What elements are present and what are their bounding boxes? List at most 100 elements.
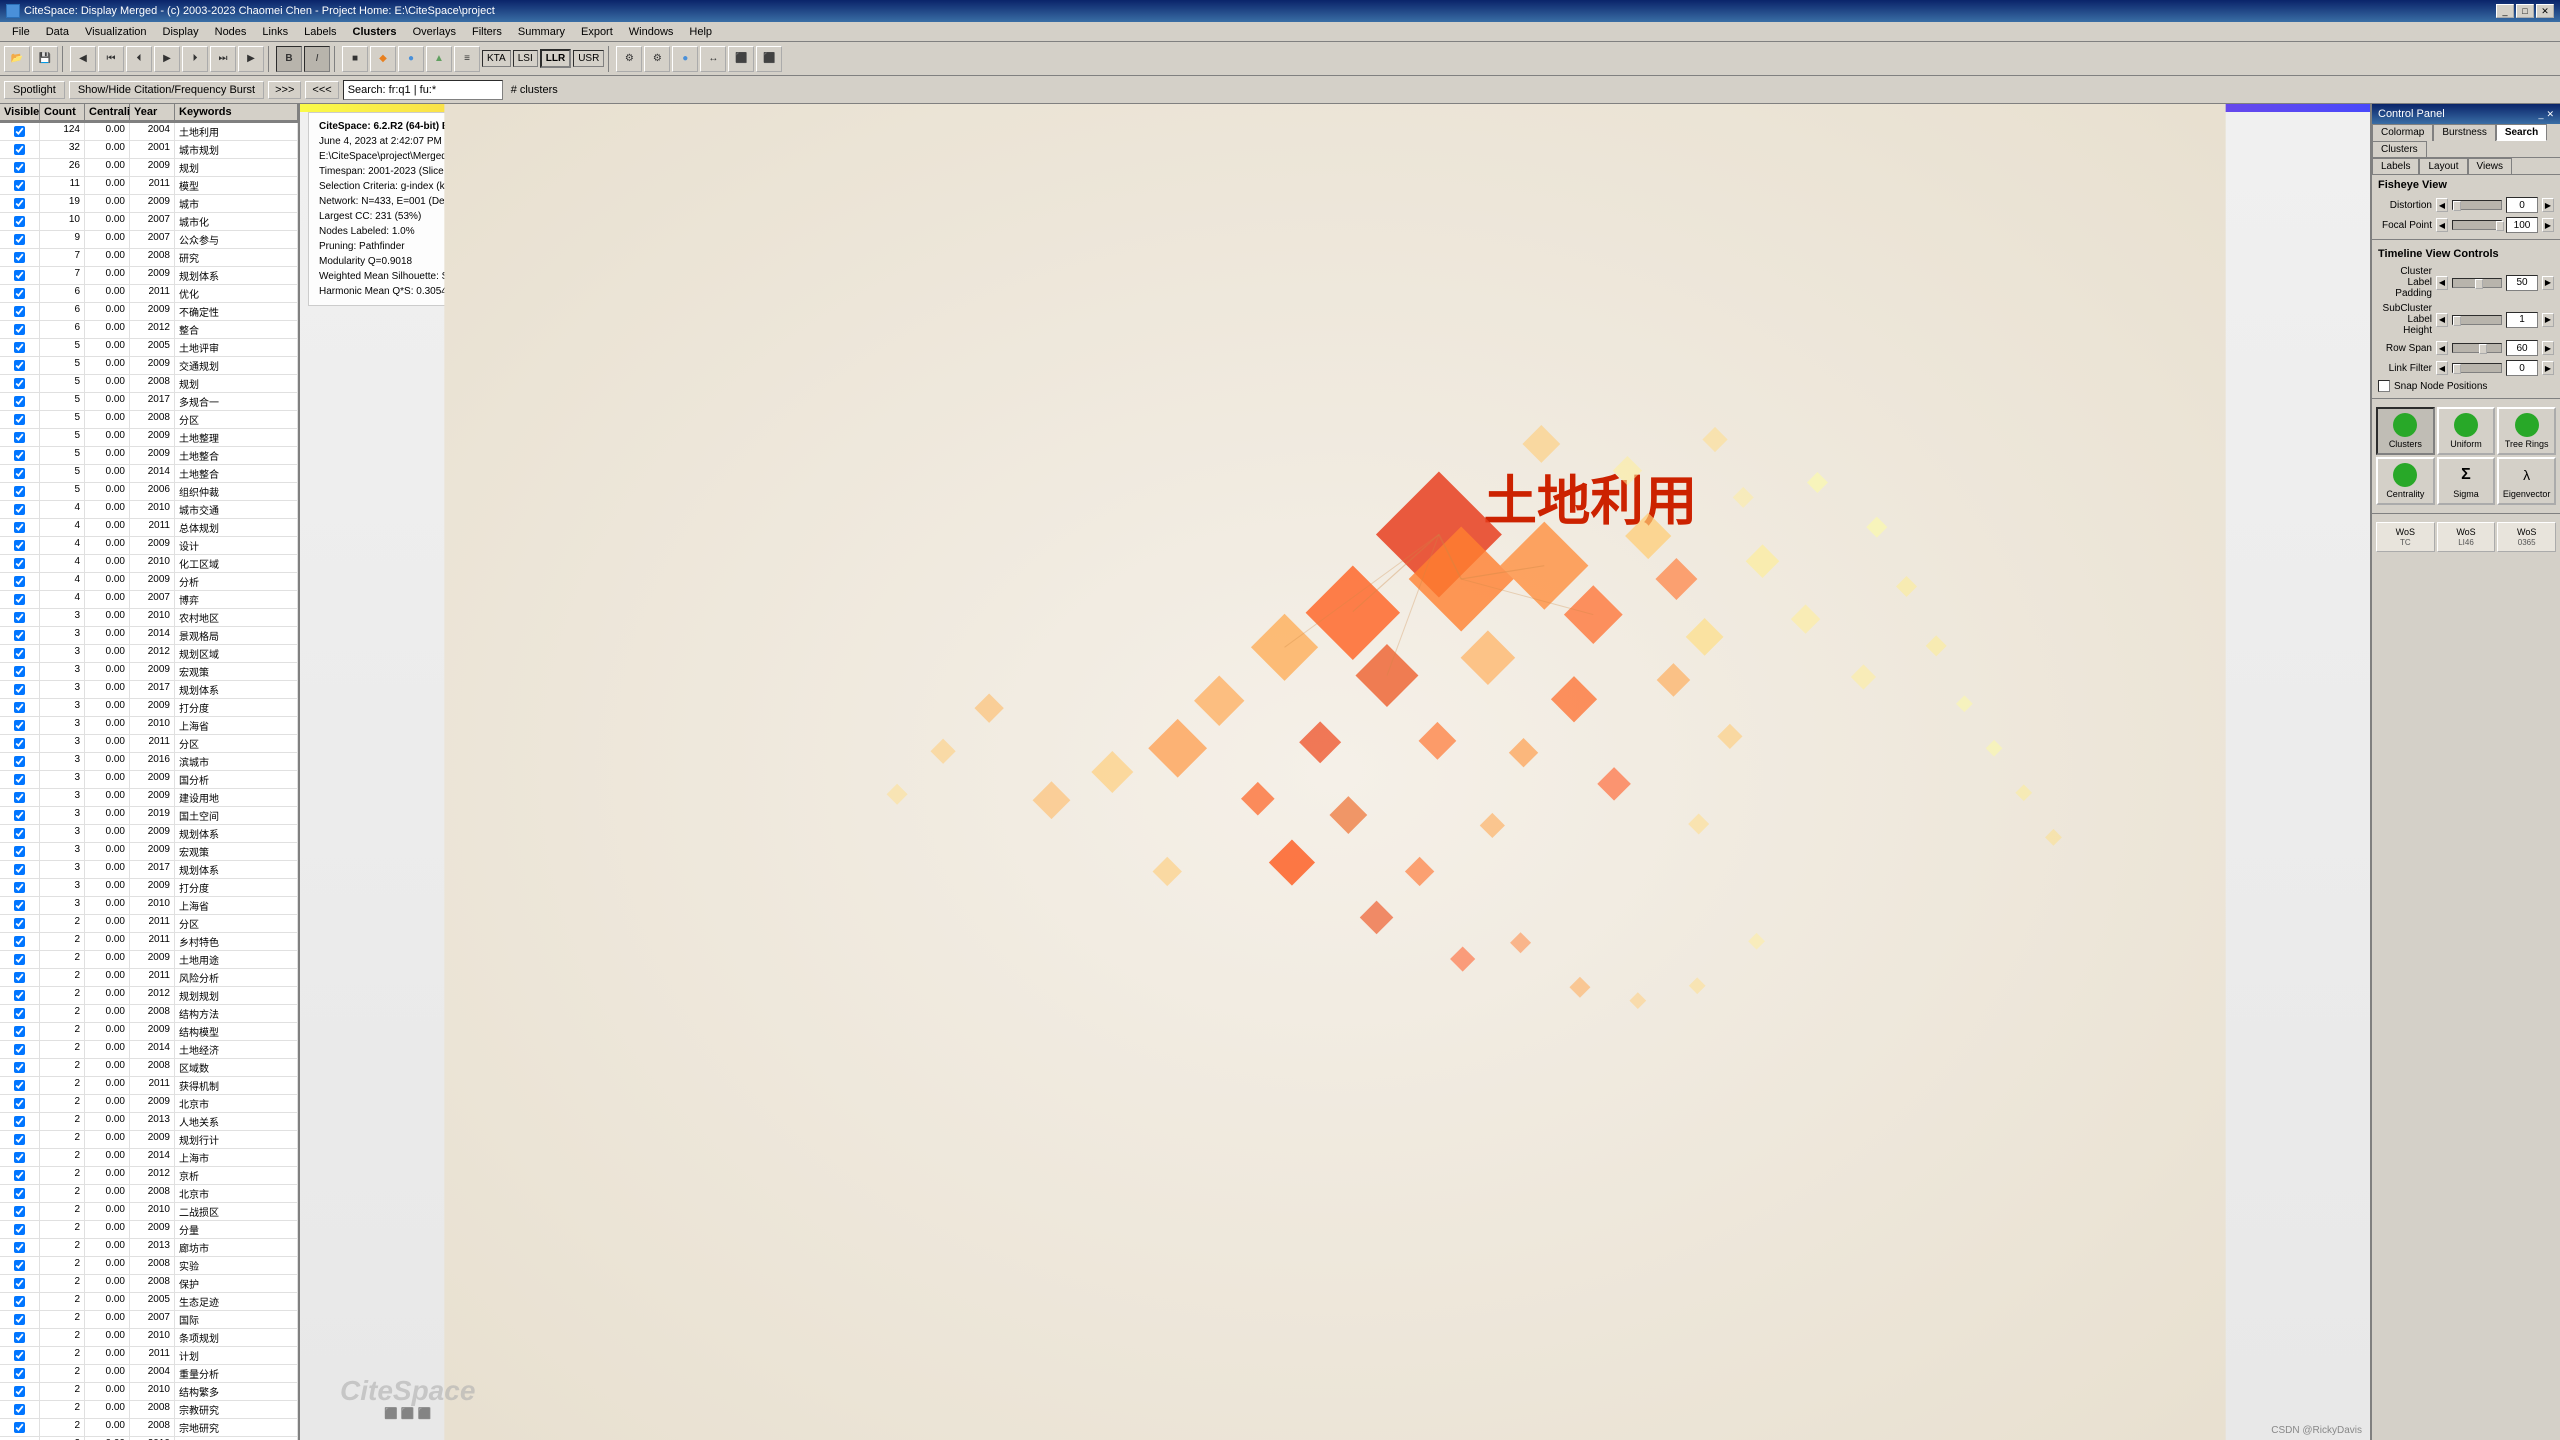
menu-overlays[interactable]: Overlays	[405, 24, 464, 40]
table-row[interactable]: 2 0.00 2014 土地经济	[0, 1041, 298, 1059]
cell-visible[interactable]	[0, 1347, 40, 1364]
cell-visible[interactable]	[0, 1185, 40, 1202]
cell-visible[interactable]	[0, 807, 40, 824]
cp-snap-checkbox[interactable]	[2378, 380, 2390, 392]
table-row[interactable]: 2 0.00 2011 分区	[0, 915, 298, 933]
table-row[interactable]: 2 0.00 2011 获得机制	[0, 1077, 298, 1095]
table-row[interactable]: 3 0.00 2019 国土空间	[0, 807, 298, 825]
cell-visible[interactable]	[0, 1257, 40, 1274]
table-row[interactable]: 3 0.00 2009 宏观策	[0, 663, 298, 681]
cell-visible[interactable]	[0, 591, 40, 608]
cp-sigma-btn[interactable]: Σ Sigma	[2437, 457, 2496, 505]
cp-focal-left[interactable]: ◀	[2436, 218, 2448, 232]
cell-visible[interactable]	[0, 663, 40, 680]
cell-visible[interactable]	[0, 825, 40, 842]
cell-visible[interactable]	[0, 969, 40, 986]
next-end-button[interactable]: ⏭	[210, 46, 236, 72]
menu-clusters[interactable]: Clusters	[345, 24, 405, 40]
table-row[interactable]: 2 0.00 2007 国际	[0, 1311, 298, 1329]
table-row[interactable]: 2 0.00 2011 风险分析	[0, 969, 298, 987]
cp-uniform-btn[interactable]: Uniform	[2437, 407, 2496, 455]
cell-visible[interactable]	[0, 447, 40, 464]
table-row[interactable]: 2 0.00 2009 北京市	[0, 1095, 298, 1113]
cell-visible[interactable]	[0, 285, 40, 302]
cp-tab-clusters[interactable]: Clusters	[2372, 141, 2427, 157]
close-button[interactable]: ✕	[2536, 4, 2554, 18]
cp-eigenvector-btn[interactable]: λ Eigenvector	[2497, 457, 2556, 505]
show-hide-button[interactable]: Show/Hide Citation/Frequency Burst	[69, 81, 264, 99]
cell-visible[interactable]	[0, 789, 40, 806]
menu-data[interactable]: Data	[38, 24, 77, 40]
cell-visible[interactable]	[0, 303, 40, 320]
cell-visible[interactable]	[0, 843, 40, 860]
cp-centrality-btn[interactable]: Centrality	[2376, 457, 2435, 505]
table-row[interactable]: 3 0.00 2009 建设用地	[0, 789, 298, 807]
cell-visible[interactable]	[0, 627, 40, 644]
cell-visible[interactable]	[0, 555, 40, 572]
prev-button[interactable]: ⏴	[126, 46, 152, 72]
cell-visible[interactable]	[0, 249, 40, 266]
table-row[interactable]: 5 0.00 2009 交通规划	[0, 357, 298, 375]
cell-visible[interactable]	[0, 231, 40, 248]
table-row[interactable]: 3 0.00 2010 农村地区	[0, 609, 298, 627]
bold-button[interactable]: B	[276, 46, 302, 72]
cell-visible[interactable]	[0, 1077, 40, 1094]
cell-visible[interactable]	[0, 1365, 40, 1382]
table-row[interactable]: 4 0.00 2009 设计	[0, 537, 298, 555]
table-row[interactable]: 2 0.00 2009 规划行计	[0, 1131, 298, 1149]
table-row[interactable]: 2 0.00 2012 京析	[0, 1167, 298, 1185]
cell-visible[interactable]	[0, 465, 40, 482]
cell-visible[interactable]	[0, 339, 40, 356]
table-row[interactable]: 9 0.00 2007 公众参与	[0, 231, 298, 249]
table-row[interactable]: 5 0.00 2006 组织仲裁	[0, 483, 298, 501]
lines-button[interactable]: ≡	[454, 46, 480, 72]
table-row[interactable]: 32 0.00 2001 城市规划	[0, 141, 298, 159]
cp-linkfilter-left[interactable]: ◀	[2436, 361, 2448, 375]
cell-visible[interactable]	[0, 141, 40, 158]
lsi-label[interactable]: LSI	[513, 50, 538, 67]
table-row[interactable]: 6 0.00 2011 优化	[0, 285, 298, 303]
cell-visible[interactable]	[0, 519, 40, 536]
cp-cluster-pad-right[interactable]: ▶	[2542, 276, 2554, 290]
table-row[interactable]: 2 0.00 2008 北京市	[0, 1185, 298, 1203]
cell-visible[interactable]	[0, 573, 40, 590]
cp-tab-views[interactable]: Views	[2468, 158, 2513, 174]
table-row[interactable]: 3 0.00 2014 景观格局	[0, 627, 298, 645]
cp-tab-labels[interactable]: Labels	[2372, 158, 2419, 174]
cell-visible[interactable]	[0, 1095, 40, 1112]
menu-windows[interactable]: Windows	[621, 24, 682, 40]
table-row[interactable]: 2 0.00 2010 二战损区	[0, 1203, 298, 1221]
table-row[interactable]: 2 0.00 2013 廊坊市	[0, 1239, 298, 1257]
cell-visible[interactable]	[0, 681, 40, 698]
cell-visible[interactable]	[0, 1311, 40, 1328]
diamond-button[interactable]: ◆	[370, 46, 396, 72]
table-row[interactable]: 5 0.00 2009 土地整理	[0, 429, 298, 447]
table-row[interactable]: 4 0.00 2009 分析	[0, 573, 298, 591]
cp-wos-0365-btn[interactable]: WoS 0365	[2497, 522, 2556, 552]
cp-distortion-slider[interactable]	[2452, 200, 2502, 210]
table-row[interactable]: 19 0.00 2009 城市	[0, 195, 298, 213]
cell-visible[interactable]	[0, 915, 40, 932]
cell-visible[interactable]	[0, 1419, 40, 1436]
cp-rowspan-right[interactable]: ▶	[2542, 341, 2554, 355]
table-row[interactable]: 2 0.00 2008 区域数	[0, 1059, 298, 1077]
minimize-button[interactable]: _	[2496, 4, 2514, 18]
cell-visible[interactable]	[0, 1329, 40, 1346]
tool2-button[interactable]: ⚙	[644, 46, 670, 72]
tool4-button[interactable]: ↔	[700, 46, 726, 72]
cell-visible[interactable]	[0, 375, 40, 392]
arrow-left-button[interactable]: <<<	[305, 81, 338, 99]
cell-visible[interactable]	[0, 429, 40, 446]
table-row[interactable]: 5 0.00 2017 多规合一	[0, 393, 298, 411]
table-row[interactable]: 5 0.00 2008 分区	[0, 411, 298, 429]
circle-button[interactable]: ●	[398, 46, 424, 72]
menu-summary[interactable]: Summary	[510, 24, 573, 40]
open-button[interactable]: 📂	[4, 46, 30, 72]
cell-visible[interactable]	[0, 1203, 40, 1220]
table-row[interactable]: 4 0.00 2011 总体规划	[0, 519, 298, 537]
cp-close-icon[interactable]: ✕	[2546, 109, 2554, 120]
llr-label[interactable]: LLR	[540, 49, 571, 68]
table-row[interactable]: 3 0.00 2010 上海省	[0, 717, 298, 735]
menu-labels[interactable]: Labels	[296, 24, 344, 40]
cell-visible[interactable]	[0, 951, 40, 968]
